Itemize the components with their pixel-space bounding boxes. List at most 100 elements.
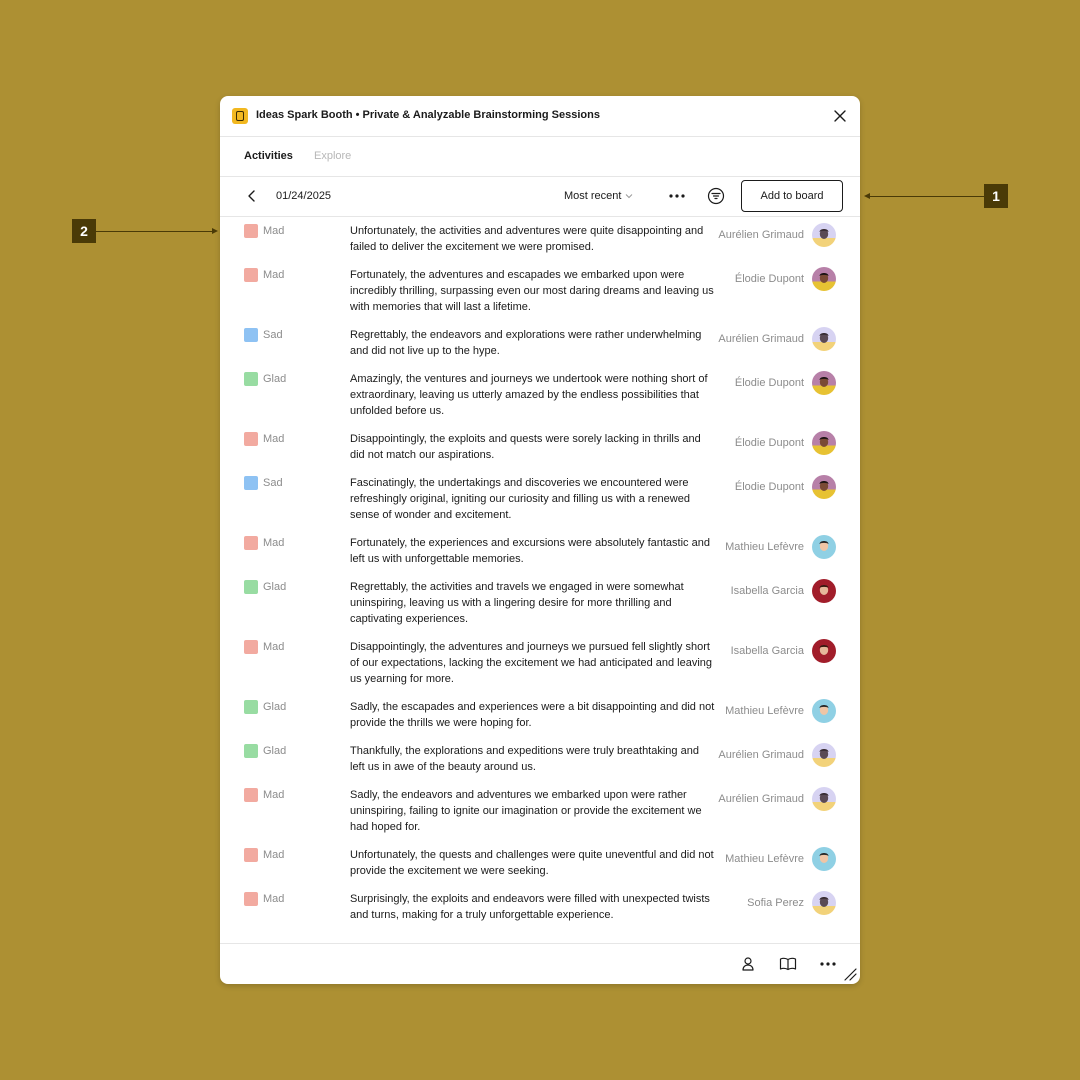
author-name: Aurélien Grimaud [718, 333, 804, 345]
author-name: Mathieu Lefèvre [725, 853, 804, 865]
more-options-icon[interactable] [665, 186, 689, 206]
close-icon[interactable] [830, 106, 850, 126]
emotion-tag: Glad [244, 371, 350, 419]
avatar[interactable] [812, 371, 836, 395]
emotion-tag: Mad [244, 639, 350, 687]
entry-text: Disappointingly, the exploits and quests… [350, 433, 701, 461]
emotion-label: Mad [263, 849, 285, 861]
author-name: Aurélien Grimaud [718, 749, 804, 761]
entry-text: Sadly, the endeavors and adventures we e… [350, 789, 702, 833]
callout-1-badge: 1 [984, 184, 1008, 208]
emotion-label: Glad [263, 701, 287, 713]
user-icon[interactable] [738, 954, 758, 974]
tab-explore[interactable]: Explore [314, 150, 351, 162]
list-item[interactable]: Glad Regrettably, the activities and trav… [220, 573, 860, 633]
emotion-label: Mad [263, 537, 285, 549]
entry-author: Aurélien Grimaud [716, 223, 836, 255]
entry-author: Isabella Garcia [716, 579, 836, 627]
book-icon[interactable] [778, 954, 798, 974]
entry-author: Aurélien Grimaud [716, 327, 836, 359]
list-item[interactable]: Mad Fortunately, the experiences and excu… [220, 529, 860, 573]
add-to-board-button[interactable]: Add to board [741, 180, 843, 212]
author-name: Aurélien Grimaud [718, 229, 804, 241]
emotion-tag: Mad [244, 431, 350, 463]
entry-text: Regrettably, the endeavors and explorati… [350, 329, 702, 357]
emotion-swatch [244, 788, 258, 802]
avatar[interactable] [812, 891, 836, 915]
avatar[interactable] [812, 743, 836, 767]
avatar[interactable] [812, 787, 836, 811]
avatar[interactable] [812, 223, 836, 247]
avatar[interactable] [812, 639, 836, 663]
more-options-icon[interactable] [818, 954, 838, 974]
emotion-tag: Sad [244, 475, 350, 523]
entry-text: Amazingly, the ventures and journeys we … [350, 373, 708, 417]
list-item[interactable]: Glad Thankfully, the explorations and exp… [220, 737, 860, 781]
sort-dropdown[interactable]: Most recent [564, 190, 633, 202]
emotion-label: Mad [263, 269, 285, 281]
avatar[interactable] [812, 847, 836, 871]
avatar[interactable] [812, 579, 836, 603]
emotion-swatch [244, 224, 258, 238]
avatar[interactable] [812, 535, 836, 559]
emotion-swatch [244, 580, 258, 594]
entry-author: Aurélien Grimaud [716, 787, 836, 835]
emotion-swatch [244, 372, 258, 386]
emotion-swatch [244, 848, 258, 862]
list-item[interactable]: Glad Amazingly, the ventures and journeys… [220, 365, 860, 425]
emotion-label: Sad [263, 329, 283, 341]
emotion-swatch [244, 892, 258, 906]
avatar[interactable] [812, 431, 836, 455]
toolbar: 01/24/2025 Most recent Add to board [220, 176, 860, 217]
list-item[interactable]: Mad Disappointingly, the exploits and que… [220, 425, 860, 469]
list-item[interactable]: Mad Fortunately, the adventures and escap… [220, 261, 860, 321]
avatar[interactable] [812, 327, 836, 351]
entry-author: Élodie Dupont [716, 475, 836, 523]
entry-list: Mad Unfortunately, the activities and adv… [220, 217, 860, 943]
emotion-tag: Sad [244, 327, 350, 359]
callout-2-line [96, 231, 212, 232]
list-item[interactable]: Mad Unfortunately, the quests and challen… [220, 841, 860, 885]
emotion-label: Mad [263, 789, 285, 801]
emotion-label: Mad [263, 893, 285, 905]
avatar[interactable] [812, 475, 836, 499]
tab-activities[interactable]: Activities [244, 150, 293, 162]
avatar[interactable] [812, 267, 836, 291]
author-name: Isabella Garcia [730, 645, 804, 657]
author-name: Isabella Garcia [730, 585, 804, 597]
list-item[interactable]: Mad Disappointingly, the adventures and j… [220, 633, 860, 693]
list-item[interactable]: Mad Surprisingly, the exploits and endeav… [220, 885, 860, 929]
list-item[interactable]: Sad Fascinatingly, the undertakings and d… [220, 469, 860, 529]
resize-handle-icon[interactable] [842, 966, 858, 982]
author-name: Élodie Dupont [734, 377, 804, 389]
callout-1-arrow [864, 193, 870, 199]
list-item[interactable]: Sad Regrettably, the endeavors and explor… [220, 321, 860, 365]
emotion-swatch [244, 536, 258, 550]
emotion-tag: Mad [244, 267, 350, 315]
emotion-tag: Mad [244, 847, 350, 879]
entry-author: Mathieu Lefèvre [716, 699, 836, 731]
emotion-label: Mad [263, 225, 285, 237]
entry-text: Unfortunately, the quests and challenges… [350, 849, 714, 877]
emotion-swatch [244, 432, 258, 446]
list-item[interactable]: Mad Sadly, the endeavors and adventures w… [220, 781, 860, 841]
filter-icon[interactable] [706, 186, 726, 206]
entry-text: Fortunately, the experiences and excursi… [350, 537, 710, 565]
author-name: Mathieu Lefèvre [725, 705, 804, 717]
avatar[interactable] [812, 699, 836, 723]
entry-author: Aurélien Grimaud [716, 743, 836, 775]
emotion-tag: Glad [244, 743, 350, 775]
emotion-tag: Glad [244, 579, 350, 627]
date-label: 01/24/2025 [276, 190, 332, 202]
author-name: Sofia Perez [747, 897, 804, 909]
emotion-tag: Mad [244, 787, 350, 835]
entry-author: Élodie Dupont [716, 431, 836, 463]
emotion-label: Glad [263, 745, 287, 757]
footer-bar [220, 943, 860, 984]
list-item[interactable]: Glad Sadly, the escapades and experiences… [220, 693, 860, 737]
chevron-left-icon[interactable] [242, 186, 262, 206]
tab-bar: Activities Explore [220, 136, 860, 177]
list-item[interactable]: Mad Unfortunately, the activities and adv… [220, 217, 860, 261]
panel-title: Ideas Spark Booth • Private & Analyzable… [256, 109, 600, 121]
emotion-swatch [244, 700, 258, 714]
